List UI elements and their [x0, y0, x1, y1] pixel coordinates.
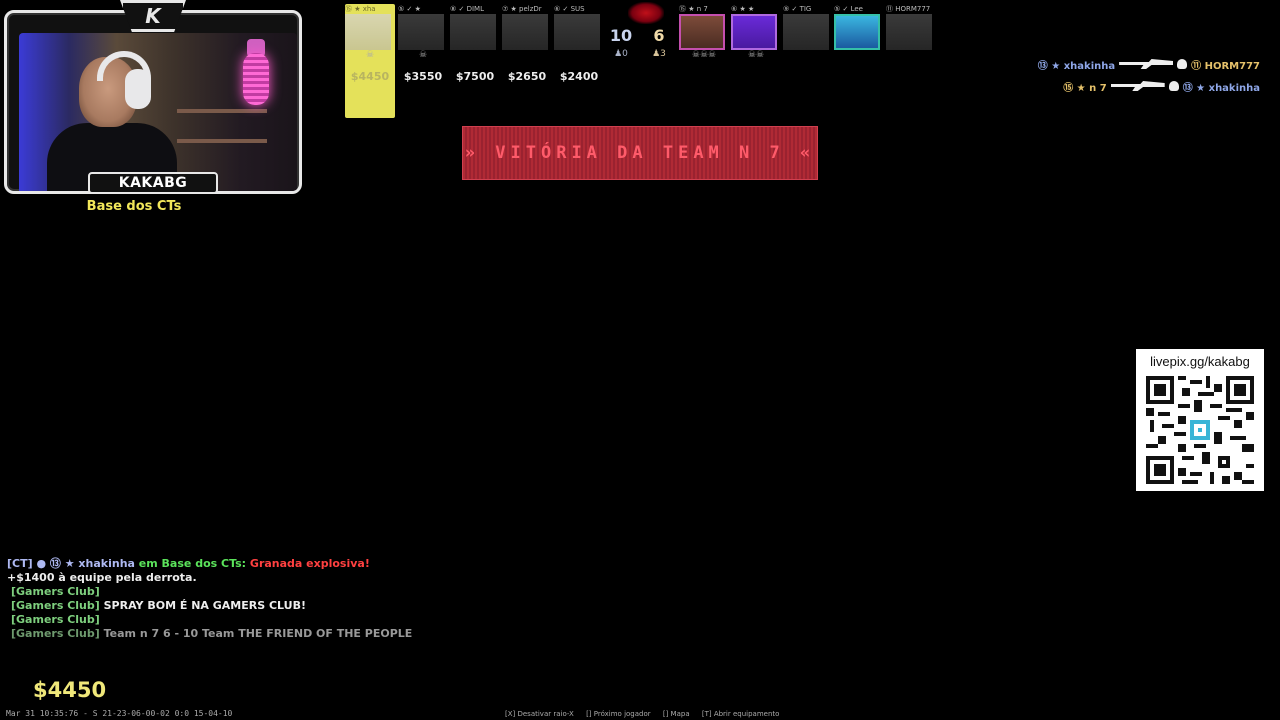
headshot-icon: [1168, 81, 1179, 91]
player-avatar: [679, 14, 725, 50]
webcam-frame: [4, 10, 302, 194]
t-player-slot[interactable]: ⑪ HORM777: [886, 4, 936, 50]
player-slot-header: ⑥ ✓ SUS: [554, 5, 585, 13]
chat-server-tag: [Gamers Club]: [11, 599, 100, 612]
donation-qr-panel: livepix.gg/kakabg: [1136, 349, 1264, 491]
killer-name: ⑮ ★ n 7: [1063, 82, 1107, 94]
ct-player-slot[interactable]: ⑧ ✓ DIML $7500: [450, 4, 500, 83]
player-money: $3550: [403, 70, 443, 83]
xray-hint[interactable]: [X] Desativar raio-X: [505, 710, 574, 718]
kills-skull-icon: ☠☠: [747, 50, 765, 60]
chat-line: [Gamers Club] SPRAY BOM É NA GAMERS CLUB…: [7, 599, 412, 613]
player-avatar: [345, 14, 391, 50]
player-avatar: [886, 14, 932, 50]
donation-url: livepix.gg/kakabg: [1150, 354, 1250, 369]
demo-info: Mar 31 10:35:76 - S 21-23-06-00-02 0:0 1…: [6, 709, 233, 718]
player-status-icon: [554, 50, 604, 60]
victim-name: ⑪ HORM777: [1191, 60, 1260, 72]
chat-team-tag: [CT]: [7, 557, 33, 570]
t-player-slot[interactable]: ⑨ ✓ TIG: [783, 4, 833, 50]
player-slot-header: ⑧ ✓ DIML: [450, 5, 484, 13]
player-avatar: [450, 14, 496, 50]
kill-feed-entry: ⑮ ★ n 7 ⑬ ★ xhakinha: [1038, 75, 1260, 97]
victim-name: ⑬ ★ xhakinha: [1182, 82, 1260, 94]
t-player-slot[interactable]: ⑥ ★ ★ ☠☠: [731, 4, 781, 60]
round-win-banner: » VITÓRIA DA TEAM N 7 «: [462, 126, 818, 180]
headshot-icon: [1177, 59, 1188, 69]
ct-score: 10: [609, 26, 633, 45]
rifle-icon: [1119, 59, 1174, 69]
player-money: $2400: [559, 70, 599, 83]
webcam-shelf: [177, 139, 267, 143]
chat-line: [Gamers Club]: [11, 613, 100, 626]
player-avatar: [398, 14, 444, 50]
player-avatar: [834, 14, 880, 50]
equipment-hint[interactable]: [T] Abrir equipamento: [702, 710, 780, 718]
chat-line: [CT] ● ⑬ ★ xhakinha em Base dos CTs: Gra…: [7, 557, 412, 571]
streamer-logo-letter: K: [145, 4, 161, 28]
ct-player-slot[interactable]: ⑦ ★ pelzDr $2650: [502, 4, 552, 83]
ct-alive-count: ♟0: [614, 49, 628, 59]
next-player-hint[interactable]: [] Próximo jogador: [586, 710, 651, 718]
chat-line: +$1400 à equipe pela derrota.: [7, 571, 197, 584]
webcam-shelf: [177, 109, 267, 113]
chat-message: Team n 7 6 - 10 Team THE FRIEND OF THE P…: [103, 627, 413, 640]
qr-code-icon: [1146, 376, 1254, 484]
ct-player-slot[interactable]: ⑮ ★ xha ☠ $4450: [345, 4, 395, 118]
player-status-icon: [450, 50, 500, 60]
chat-line: [Gamers Club]: [11, 585, 100, 598]
player-slot-header: ⑮ ★ n 7: [679, 5, 708, 13]
t-alive-count: ♟3: [652, 49, 666, 59]
chat-location: em Base dos CTs:: [138, 557, 247, 570]
t-player-slot[interactable]: ⑤ ✓ Lee: [834, 4, 884, 50]
player-money: $7500: [455, 70, 495, 83]
ct-player-slot[interactable]: ⑥ ✓ SUS $2400: [554, 4, 604, 83]
webcam-overlay: K KAKABG: [0, 0, 306, 198]
player-avatar: [731, 14, 777, 50]
chat-server-tag: [Gamers Club]: [11, 627, 100, 640]
kill-feed: ⑬ ★ xhakinha ⑪ HORM777 ⑮ ★ n 7 ⑬ ★ xhaki…: [1038, 53, 1260, 97]
kills-skull-icon: ☠☠☠: [691, 50, 717, 60]
player-slot-header: ⑪ HORM777: [886, 5, 931, 13]
skull-icon: ☠: [365, 50, 375, 60]
player-avatar: [554, 14, 600, 50]
ct-player-slot[interactable]: ⑤ ✓ ★ ☠ $3550: [398, 4, 448, 83]
killer-name: ⑬ ★ xhakinha: [1037, 60, 1116, 72]
chat-message: SPRAY BOM É NA GAMERS CLUB!: [103, 599, 306, 612]
spectator-hints: [X] Desativar raio-X [] Próximo jogador …: [505, 710, 789, 718]
headphone-cup: [125, 69, 151, 109]
map-hint[interactable]: [] Mapa: [663, 710, 690, 718]
player-slot-header: ⑮ ★ xha: [345, 5, 376, 13]
player-money-hud: $4450: [33, 678, 107, 702]
chat-log: [CT] ● ⑬ ★ xhakinha em Base dos CTs: Gra…: [7, 557, 412, 641]
player-slot-header: ⑤ ✓ ★: [398, 5, 421, 13]
player-slot-header: ⑥ ★ ★: [731, 5, 755, 13]
t-player-slot[interactable]: ⑮ ★ n 7 ☠☠☠: [679, 4, 729, 60]
streamer-name: KAKABG: [88, 172, 218, 194]
round-win-text: » VITÓRIA DA TEAM N 7 «: [464, 143, 816, 163]
chat-player-name: ● ⑬ ★ xhakinha: [36, 557, 135, 570]
player-status-icon: [502, 50, 552, 60]
player-money: $2650: [507, 70, 547, 83]
player-slot-header: ⑨ ✓ TIG: [783, 5, 812, 13]
chat-line: [Gamers Club] Team n 7 6 - 10 Team THE F…: [7, 627, 412, 641]
player-slot-header: ⑦ ★ pelzDr: [502, 5, 542, 13]
player-money: $4450: [350, 70, 390, 83]
player-slot-header: ⑤ ✓ Lee: [834, 5, 863, 13]
bomb-icon: [628, 2, 664, 24]
chat-message: Granada explosiva!: [249, 557, 370, 570]
t-score: 6: [653, 26, 665, 45]
player-avatar: [783, 14, 829, 50]
player-avatar: [502, 14, 548, 50]
rifle-icon: [1110, 81, 1165, 91]
kill-feed-entry: ⑬ ★ xhakinha ⑪ HORM777: [1038, 53, 1260, 75]
microphone-icon: [243, 53, 269, 105]
player-location: Base dos CTs: [86, 199, 182, 214]
skull-icon: ☠: [418, 50, 428, 60]
